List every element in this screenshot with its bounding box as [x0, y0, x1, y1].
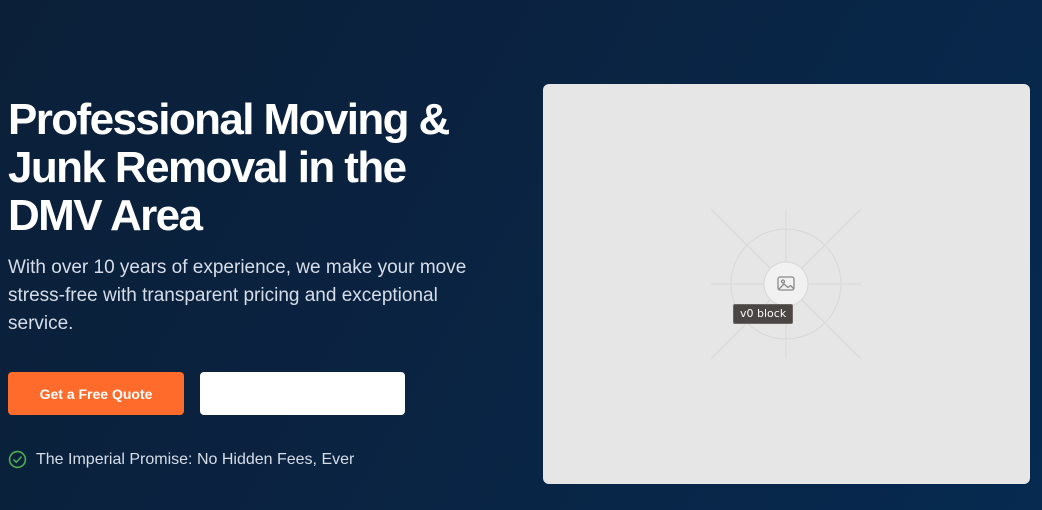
promise-line: The Imperial Promise: No Hidden Fees, Ev… — [8, 450, 354, 469]
hero-subtext: With over 10 years of experience, we mak… — [8, 257, 467, 334]
hero-image-placeholder — [543, 84, 1030, 484]
placeholder-graphic — [711, 209, 861, 359]
promise-text: The Imperial Promise: No Hidden Fees, Ev… — [36, 450, 355, 468]
hero-buttons: Get a Free Quote — [8, 372, 405, 415]
secondary-button[interactable] — [200, 372, 405, 415]
check-circle-icon — [8, 450, 27, 469]
hero-headline: Professional Moving & Junk Removal in th… — [8, 95, 450, 240]
hero-content: Professional Moving & Junk Removal in th… — [8, 96, 508, 338]
hero-section: Professional Moving & Junk Removal in th… — [0, 0, 1042, 510]
v0-block-badge: v0 block — [733, 304, 794, 324]
get-free-quote-button[interactable]: Get a Free Quote — [8, 372, 184, 415]
